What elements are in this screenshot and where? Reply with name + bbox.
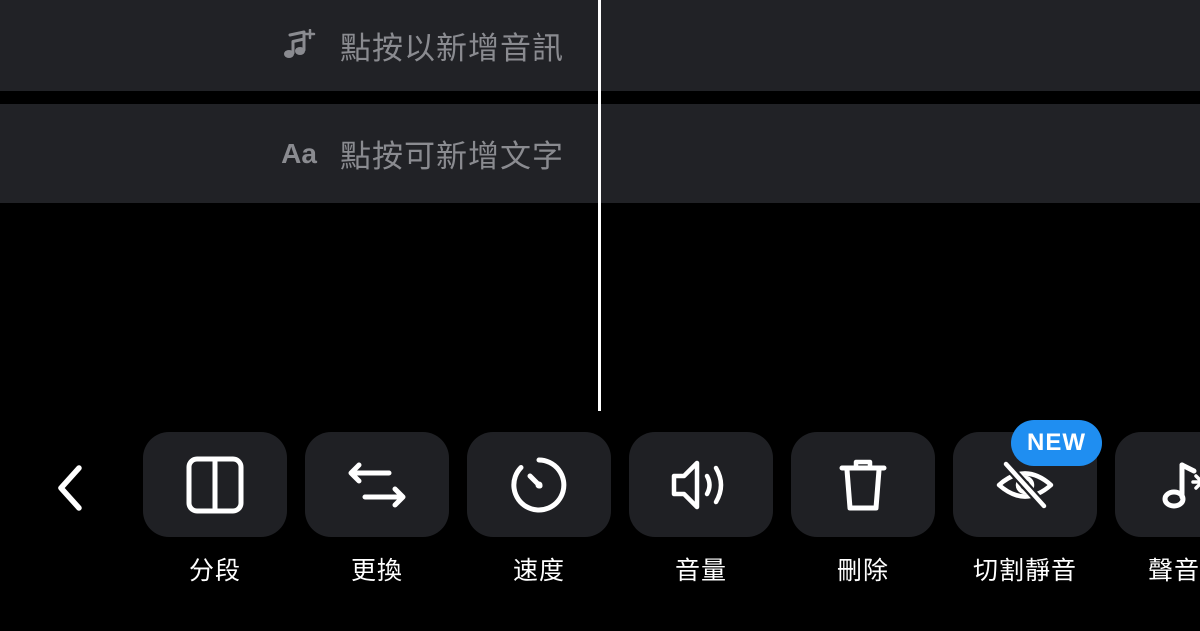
back-button[interactable] <box>44 458 96 518</box>
music-note-plus-icon <box>282 28 316 63</box>
speed-label: 速度 <box>512 556 565 585</box>
add-text-label: 點按可新增文字 <box>340 139 564 175</box>
cut-silence-button[interactable]: NEW 切割靜音 <box>953 420 1102 587</box>
cut-silence-label: 切割靜音 <box>972 556 1077 585</box>
chevron-left-icon <box>58 465 82 511</box>
delete-button[interactable]: 刪除 <box>791 432 935 587</box>
split-label: 分段 <box>188 556 241 585</box>
volume-button[interactable]: 音量 <box>629 432 773 587</box>
swap-arrows-icon <box>348 462 406 507</box>
add-audio-label: 點按以新增音訊 <box>340 31 564 67</box>
speed-button[interactable]: 速度 <box>467 432 611 587</box>
replace-button[interactable]: 更換 <box>305 432 449 587</box>
trash-icon <box>839 459 887 510</box>
speaker-volume-icon <box>671 460 724 509</box>
music-note-sparkle-icon <box>1162 462 1200 508</box>
speed-dial-icon <box>511 457 567 512</box>
new-badge: NEW <box>1011 420 1102 466</box>
playhead[interactable] <box>598 0 601 411</box>
eye-slash-icon <box>996 459 1054 510</box>
add-audio-hint[interactable]: 點按以新增音訊 <box>282 23 564 68</box>
add-text-hint[interactable]: Aa 點按可新增文字 <box>281 131 564 176</box>
split-icon <box>186 456 244 513</box>
text-aa-icon: Aa <box>281 137 317 169</box>
volume-label: 音量 <box>674 556 727 585</box>
voice-effects-button[interactable]: 聲音特 <box>1115 432 1200 587</box>
voice-effects-label: 聲音特 <box>1147 556 1200 585</box>
split-button[interactable]: 分段 <box>143 432 287 587</box>
delete-label: 刪除 <box>836 556 889 585</box>
replace-label: 更換 <box>350 556 403 585</box>
